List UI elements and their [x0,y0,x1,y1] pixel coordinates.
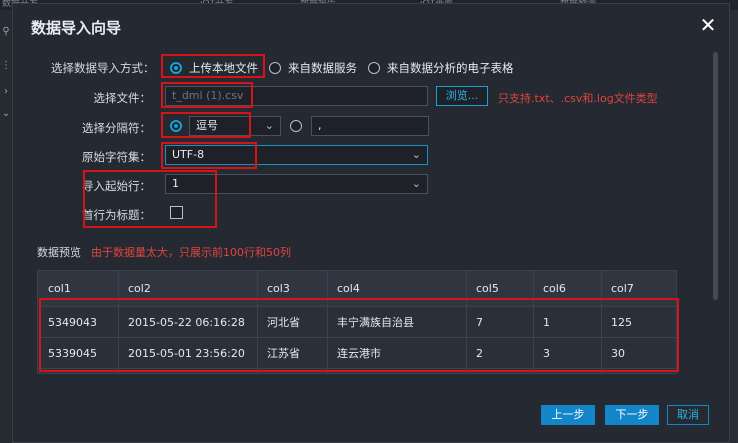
column-divider [257,271,258,373]
close-icon[interactable]: ✕ [697,14,719,36]
delimiter-select[interactable]: 逗号 ⌄ [189,116,281,136]
table-cell: 5339045 [48,347,97,360]
column-header: col4 [337,282,360,295]
import-method-label: 选择数据导入方式： [51,61,155,75]
table-header-row: col1 col2 col3 col4 col5 col6 col7 [38,271,676,307]
chevron-down-icon: ⌄ [411,148,421,161]
column-header: col3 [267,282,290,295]
table-cell: 2015-05-22 06:16:28 [128,316,245,329]
file-type-note: 只支持.txt、.csv和.log文件类型 [498,92,658,105]
table-cell: 125 [611,316,632,329]
app-left-rail: ⚲ ⋮ › ⌄ [0,10,12,443]
file-path-input[interactable]: t_dml (1).csv [165,86,428,106]
browse-button[interactable]: 浏览... [436,86,488,106]
next-step-button[interactable]: 下一步 [605,405,659,425]
dialog-title: 数据导入向导 [31,19,122,37]
import-wizard-dialog: 数据导入向导 ✕ 选择数据导入方式： 上传本地文件 来自数据服务 来自数据分析的… [12,3,730,443]
column-header: col1 [48,282,71,295]
search-icon[interactable]: ⚲ [1,26,11,37]
menu-icon[interactable]: ⋮ [1,60,11,71]
charset-select[interactable]: UTF-8 ⌄ [165,145,428,165]
table-row[interactable]: 5349043 2015-05-22 06:16:28 河北省 丰宁满族自治县 … [38,307,676,338]
table-cell: 连云港市 [337,347,381,360]
chevron-icon[interactable]: › [1,86,11,97]
column-divider [118,271,119,373]
column-header: col2 [128,282,151,295]
column-divider [466,271,467,373]
table-cell: 1 [543,316,550,329]
charset-label: 原始字符集： [82,150,151,164]
radio-data-service-label[interactable]: 来自数据服务 [288,60,357,76]
column-divider [533,271,534,373]
header-row-label: 首行为标题： [82,208,151,222]
preview-note: 由于数据量太大，只展示前100行和50列 [91,246,291,259]
dialog-scrollbar[interactable] [713,52,718,300]
column-divider [601,271,602,373]
column-header: col7 [611,282,634,295]
start-row-label: 导入起始行： [82,179,151,193]
preview-label: 数据预览 [37,246,81,259]
table-row[interactable]: 5339045 2015-05-01 23:56:20 江苏省 连云港市 2 3… [38,338,676,369]
table-cell: 7 [476,316,483,329]
file-label: 选择文件： [93,91,152,105]
chevron-down-icon[interactable]: ⌄ [1,108,11,119]
table-cell: 丰宁满族自治县 [337,316,414,329]
radio-spreadsheet-label[interactable]: 来自数据分析的电子表格 [387,60,514,76]
start-row-select[interactable]: 1 ⌄ [165,174,428,194]
header-row-checkbox[interactable] [170,206,183,219]
table-cell: 30 [611,347,625,360]
preview-table: col1 col2 col3 col4 col5 col6 col7 53490… [37,270,677,374]
cancel-button[interactable]: 取消 [667,405,709,425]
chevron-down-icon: ⌄ [411,177,421,190]
start-row-select-value: 1 [172,177,179,190]
table-cell: 2015-05-01 23:56:20 [128,347,245,360]
column-divider [327,271,328,373]
radio-local-file[interactable] [170,62,182,74]
radio-delimiter-custom[interactable] [290,120,302,132]
chevron-down-icon: ⌄ [264,119,274,132]
custom-delimiter-input[interactable]: , [311,116,429,136]
delimiter-select-value: 逗号 [196,119,218,132]
table-cell: 2 [476,347,483,360]
delimiter-label: 选择分隔符： [82,121,151,135]
radio-spreadsheet[interactable] [368,62,380,74]
table-cell: 江苏省 [267,347,300,360]
radio-delimiter-preset[interactable] [170,120,182,132]
radio-data-service[interactable] [269,62,281,74]
table-cell: 河北省 [267,316,300,329]
column-header: col5 [476,282,499,295]
prev-step-button[interactable]: 上一步 [541,405,595,425]
table-cell: 3 [543,347,550,360]
radio-local-file-label[interactable]: 上传本地文件 [189,60,258,76]
charset-select-value: UTF-8 [172,148,205,161]
table-cell: 5349043 [48,316,97,329]
column-header: col6 [543,282,566,295]
